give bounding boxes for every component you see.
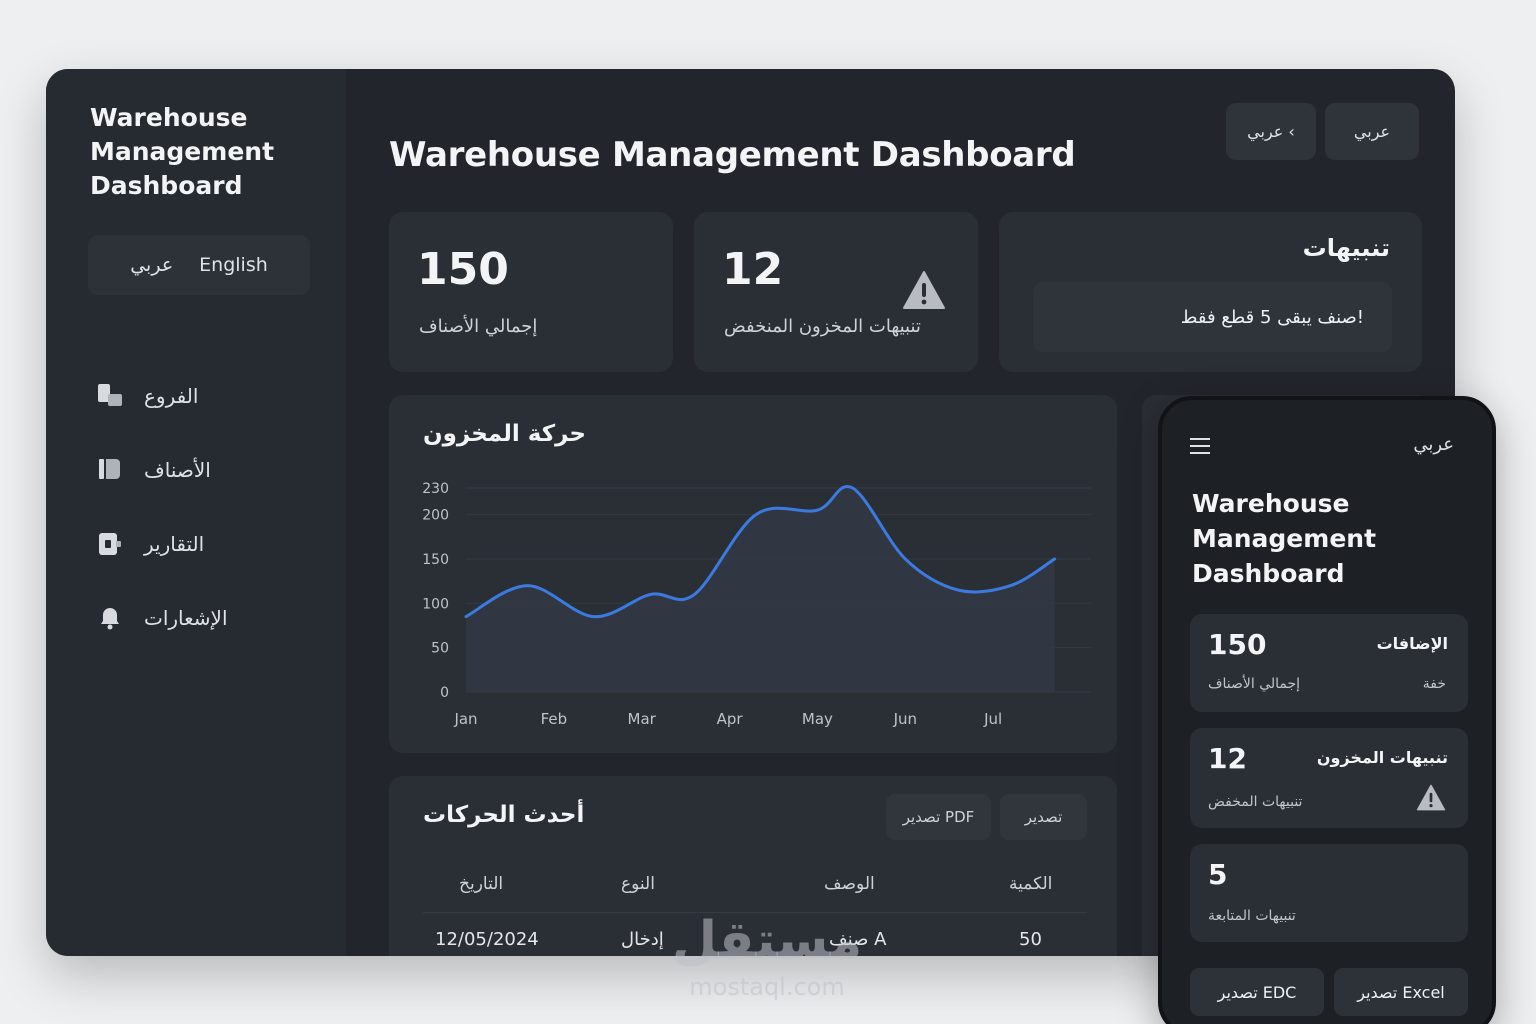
lang-option-arabic[interactable]: عربي <box>130 254 173 276</box>
table-header-date: التاريخ <box>459 874 504 894</box>
bell-icon <box>96 604 124 632</box>
x-tick-label: Feb <box>541 710 568 728</box>
stat-value: 150 <box>417 244 509 295</box>
sidebar-nav: الفروع الأصناف التقارير الإشعارات <box>96 359 316 655</box>
mobile-card-sub: تنبيهات المتابعة <box>1208 908 1296 924</box>
mobile-card-value: 5 <box>1208 858 1228 891</box>
sidebar-title: Warehouse Management Dashboard <box>90 103 275 200</box>
items-icon <box>96 456 124 484</box>
table-header-quantity: الكمية <box>1009 874 1053 894</box>
x-tick-label: Jul <box>983 710 1002 728</box>
y-tick-label: 230 <box>422 481 449 497</box>
stat-card-total-items: 150 إجمالي الأصناف <box>389 212 673 372</box>
x-tick-label: Jan <box>453 710 477 728</box>
branches-icon <box>96 382 124 410</box>
mobile-lang-button[interactable]: عربي <box>1413 434 1454 455</box>
sidebar: Warehouse Management Dashboard عربي Engl… <box>46 69 346 956</box>
warning-icon <box>1416 784 1446 815</box>
mobile-card-right-title: تنبيهات المخزون <box>1316 748 1448 767</box>
sidebar-item-label: التقارير <box>144 532 205 556</box>
sidebar-item-branches[interactable]: الفروع <box>96 359 316 433</box>
alert-item[interactable]: صنف يبقى 5 قطع فقط! <box>1033 282 1392 352</box>
export-button[interactable]: تصدير <box>1000 794 1087 840</box>
x-tick-label: Jun <box>893 710 917 728</box>
hamburger-menu-icon[interactable] <box>1190 438 1210 454</box>
chart-area-fill <box>466 486 1055 692</box>
lang-option-english[interactable]: English <box>199 254 268 276</box>
mobile-card-sub: تنبيهات المخفض <box>1208 794 1303 810</box>
sidebar-item-notifications[interactable]: الإشعارات <box>96 581 316 655</box>
table-title: أحدث الحركات <box>423 802 585 828</box>
sidebar-item-label: الفروع <box>144 384 199 408</box>
mobile-card-followup: 5 تنبيهات المتابعة <box>1190 844 1468 942</box>
y-tick-label: 0 <box>440 685 449 701</box>
x-tick-label: May <box>802 710 833 728</box>
watermark-latin: mostaql.com <box>689 973 845 1001</box>
sidebar-item-label: الأصناف <box>144 458 211 482</box>
alerts-title: تنبيهات <box>1302 234 1390 262</box>
table-cell-date: 12/05/2024 <box>435 929 539 950</box>
lang-dropdown-button[interactable]: عربي ‹ <box>1226 103 1316 160</box>
stock-movement-chart: 0 50 100 150 200 230 Jan Feb Mar Apr May Jun Jul <box>422 481 1091 728</box>
mobile-card-right-title: الإضافات <box>1376 634 1448 653</box>
y-tick-label: 200 <box>422 508 449 524</box>
export-excel-button[interactable]: تصدير Excel <box>1334 968 1468 1016</box>
mobile-card-low-stock: 12 تنبيهات المخفض تنبيهات المخزون <box>1190 728 1468 828</box>
stat-card-low-stock: 12 تنبيهات المخزون المنخفض <box>694 212 978 372</box>
stat-value: 12 <box>722 244 784 295</box>
sidebar-item-reports[interactable]: التقارير <box>96 507 316 581</box>
mobile-title: Warehouse Management Dashboard <box>1192 489 1377 588</box>
warning-icon <box>902 270 946 314</box>
sidebar-item-label: الإشعارات <box>144 606 228 630</box>
stat-label: إجمالي الأصناف <box>419 316 538 337</box>
table-cell-type: إدخال <box>621 929 664 950</box>
table-cell-quantity: 50 <box>1019 929 1042 950</box>
export-pdf-button[interactable]: تصدير PDF <box>886 794 991 840</box>
stat-label: تنبيهات المخزون المنخفض <box>724 316 921 337</box>
mobile-card-total: 150 إجمالي الأصناف الإضافات خفة <box>1190 614 1468 712</box>
table-header-type: النوع <box>621 874 655 894</box>
sidebar-item-items[interactable]: الأصناف <box>96 433 316 507</box>
watermark: مستقل mostaql.com <box>672 908 862 1000</box>
chart-card: حركة المخزون 0 50 100 150 200 230 Jan Feb Mar Apr… <box>389 395 1117 753</box>
y-tick-label: 150 <box>422 552 449 568</box>
x-tick-label: Apr <box>717 710 744 728</box>
alerts-card: تنبيهات صنف يبقى 5 قطع فقط! <box>999 212 1422 372</box>
watermark-arabic: مستقل <box>672 911 863 971</box>
language-switch[interactable]: عربي English <box>88 235 310 295</box>
mobile-card-sub: إجمالي الأصناف <box>1208 676 1301 692</box>
mobile-card-value: 12 <box>1208 742 1247 775</box>
mobile-preview: عربي Warehouse Management Dashboard 150 … <box>1158 396 1496 1024</box>
reports-icon <box>96 530 124 558</box>
mobile-card-value: 150 <box>1208 628 1267 661</box>
page-title: Warehouse Management Dashboard <box>389 135 1076 175</box>
mobile-card-right-sub: خفة <box>1422 676 1446 692</box>
x-tick-label: Mar <box>628 710 657 728</box>
lang-button[interactable]: عربي <box>1325 103 1419 160</box>
y-tick-label: 100 <box>422 596 449 612</box>
y-tick-label: 50 <box>431 641 449 657</box>
export-edc-button[interactable]: تصدير EDC <box>1190 968 1324 1016</box>
table-header-description: الوصف <box>824 874 875 894</box>
